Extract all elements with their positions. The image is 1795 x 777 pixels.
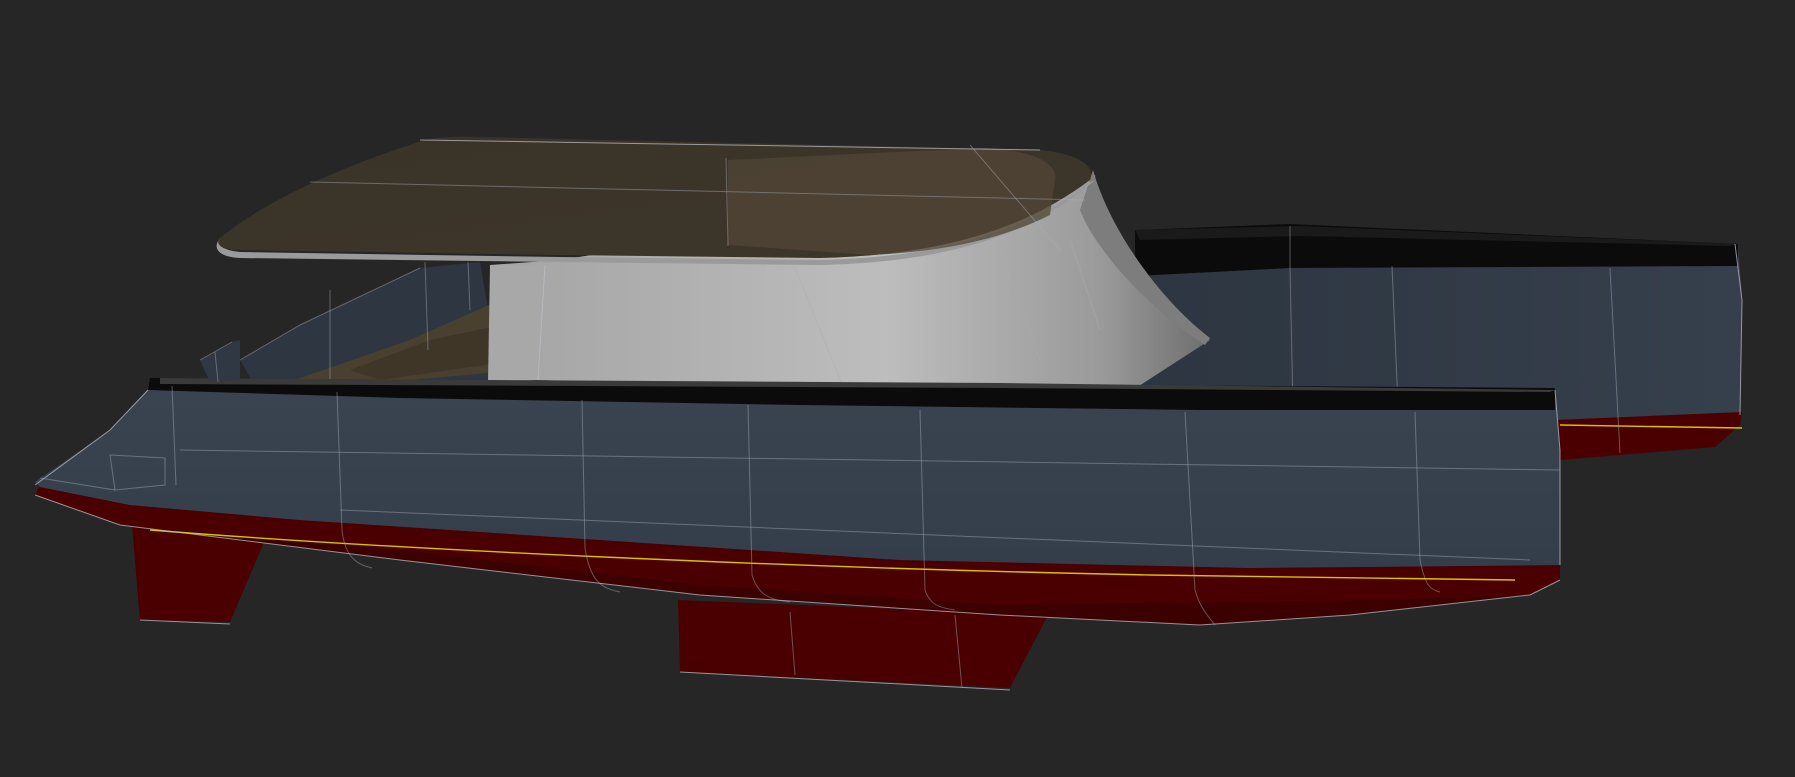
3d-viewport[interactable] [0,0,1795,777]
catamaran-model [34,136,1743,691]
far-hull-antifouling [1555,412,1742,460]
near-hull [34,378,1561,691]
deckhouse-front-notch [488,265,545,382]
bow-steps [199,340,240,383]
hardtop [216,136,1095,265]
